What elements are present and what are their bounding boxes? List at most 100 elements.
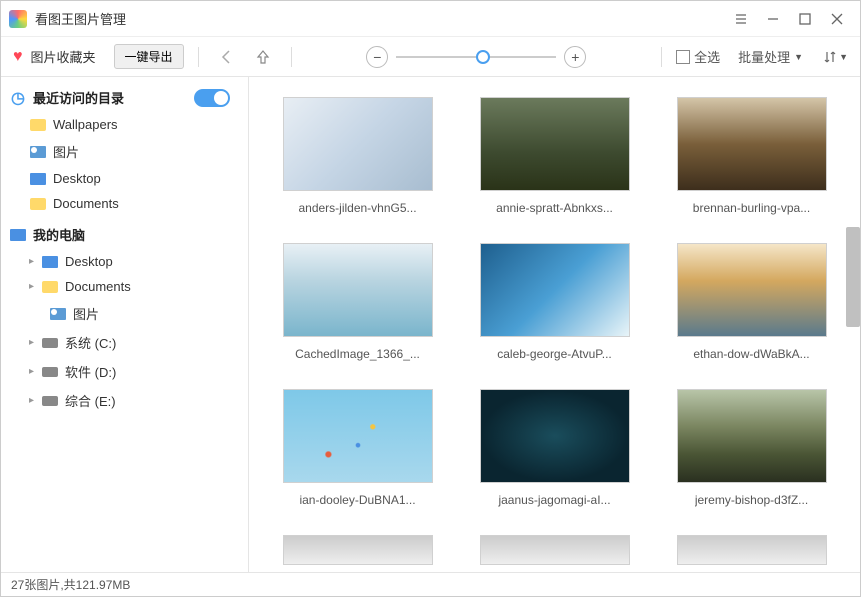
thumbnail-item[interactable]: ethan-dow-dWaBkA... [673, 243, 830, 361]
thumbnail-label: annie-spratt-Abnkxs... [496, 201, 613, 215]
thumbnail-image [677, 535, 827, 565]
sort-button[interactable]: ▼ [823, 50, 848, 64]
clock-icon: ◷ [9, 91, 27, 105]
thumbnail-item[interactable]: jeremy-bishop-d3fZ... [673, 389, 830, 507]
checkbox-icon [676, 50, 690, 64]
zoom-track[interactable] [396, 56, 556, 58]
favorites-label[interactable]: 图片收藏夹 [31, 47, 96, 66]
thumbnail-image [480, 243, 630, 337]
thumbnail-image [283, 243, 433, 337]
status-text: 27张图片,共121.97MB [11, 576, 130, 593]
folder-icon [30, 119, 46, 131]
export-button[interactable]: 一键导出 [114, 44, 184, 69]
sidebar: ◷ 最近访问的目录 Wallpapers 图片 Desktop Document… [1, 77, 249, 572]
thumbnail-item[interactable]: anders-jilden-vhnG5... [279, 97, 436, 215]
sidebar-recent[interactable]: ◷ 最近访问的目录 [1, 83, 248, 112]
monitor-icon [30, 173, 46, 185]
disk-icon [42, 367, 58, 377]
select-all-label: 全选 [694, 47, 720, 66]
sidebar-item-documents[interactable]: Documents [1, 191, 248, 216]
close-button[interactable] [822, 5, 852, 33]
thumbnail-grid: anders-jilden-vhnG5... annie-spratt-Abnk… [279, 97, 830, 565]
sidebar-item-drive-e[interactable]: ▸综合 (E:) [1, 386, 248, 415]
thumbnail-item[interactable]: annie-spratt-Abnkxs... [476, 97, 633, 215]
sidebar-item-drive-c[interactable]: ▸系统 (C:) [1, 328, 248, 357]
zoom-out-button[interactable]: − [366, 46, 388, 68]
thumbnail-label: jeremy-bishop-d3fZ... [695, 493, 808, 507]
thumbnail-item[interactable] [673, 535, 830, 565]
main: ◷ 最近访问的目录 Wallpapers 图片 Desktop Document… [1, 77, 860, 572]
thumbnail-label: anders-jilden-vhnG5... [298, 201, 416, 215]
thumbnail-label: brennan-burling-vpa... [693, 201, 810, 215]
thumbnail-image [677, 389, 827, 483]
app-icon [9, 10, 27, 28]
maximize-button[interactable] [790, 5, 820, 33]
thumbnail-label: caleb-george-AtvuP... [497, 347, 612, 361]
expand-icon[interactable]: ▸ [29, 366, 39, 377]
statusbar: 27张图片,共121.97MB [1, 572, 860, 596]
mycomputer-label: 我的电脑 [33, 225, 85, 244]
folder-icon [42, 281, 58, 293]
sidebar-item-wallpapers[interactable]: Wallpapers [1, 112, 248, 137]
thumbnail-image [283, 97, 433, 191]
expand-icon[interactable]: ▸ [29, 395, 39, 406]
thumbnail-label: ethan-dow-dWaBkA... [693, 347, 809, 361]
photo-icon [50, 308, 66, 320]
minimize-button[interactable] [758, 5, 788, 33]
divider [198, 47, 199, 67]
expand-icon[interactable]: ▸ [29, 256, 39, 267]
thumbnail-item[interactable]: CachedImage_1366_... [279, 243, 436, 361]
toolbar: ♥ 图片收藏夹 一键导出 − + 全选 批量处理 ▼ ▼ [1, 37, 860, 77]
thumbnail-label: jaanus-jagomagi-aI... [498, 493, 610, 507]
thumbnail-item[interactable]: ian-dooley-DuBNA1... [279, 389, 436, 507]
divider [291, 47, 292, 67]
disk-icon [42, 338, 58, 348]
thumbnail-image [283, 389, 433, 483]
sidebar-item-documents2[interactable]: ▸Documents [1, 274, 248, 299]
back-button[interactable] [213, 43, 241, 71]
chevron-down-icon: ▼ [839, 52, 848, 62]
thumbnail-label: CachedImage_1366_... [295, 347, 420, 361]
divider [661, 47, 662, 67]
expand-icon[interactable]: ▸ [29, 281, 39, 292]
sidebar-item-drive-d[interactable]: ▸软件 (D:) [1, 357, 248, 386]
heart-icon: ♥ [13, 48, 23, 66]
recent-toggle[interactable] [194, 89, 230, 107]
thumbnail-image [480, 97, 630, 191]
zoom-in-button[interactable]: + [564, 46, 586, 68]
disk-icon [42, 396, 58, 406]
thumbnail-image [283, 535, 433, 565]
select-all-checkbox[interactable]: 全选 [676, 47, 720, 66]
monitor-icon [42, 256, 58, 268]
window-title: 看图王图片管理 [35, 9, 726, 28]
scrollbar[interactable] [846, 227, 860, 327]
zoom-slider: − + [306, 46, 648, 68]
folder-icon [30, 198, 46, 210]
thumbnail-item[interactable] [279, 535, 436, 565]
sidebar-item-pictures[interactable]: 图片 [1, 137, 248, 166]
thumbnail-image [480, 535, 630, 565]
batch-dropdown[interactable]: 批量处理 ▼ [738, 47, 803, 66]
menu-button[interactable] [726, 5, 756, 33]
thumbnail-item[interactable]: brennan-burling-vpa... [673, 97, 830, 215]
pc-icon [10, 229, 26, 241]
recent-label: 最近访问的目录 [33, 88, 124, 107]
batch-label: 批量处理 [738, 47, 790, 66]
thumbnail-image [677, 97, 827, 191]
zoom-thumb[interactable] [476, 50, 490, 64]
thumbnail-label: ian-dooley-DuBNA1... [299, 493, 415, 507]
expand-icon[interactable]: ▸ [29, 337, 39, 348]
thumbnail-item[interactable] [476, 535, 633, 565]
thumbnail-item[interactable]: caleb-george-AtvuP... [476, 243, 633, 361]
chevron-down-icon: ▼ [794, 52, 803, 62]
sidebar-mycomputer[interactable]: 我的电脑 [1, 220, 248, 249]
sidebar-item-pictures2[interactable]: 图片 [1, 299, 248, 328]
sidebar-item-desktop[interactable]: Desktop [1, 166, 248, 191]
titlebar: 看图王图片管理 [1, 1, 860, 37]
thumbnail-item[interactable]: jaanus-jagomagi-aI... [476, 389, 633, 507]
content-area: anders-jilden-vhnG5... annie-spratt-Abnk… [249, 77, 860, 572]
photo-icon [30, 146, 46, 158]
sidebar-item-desktop2[interactable]: ▸Desktop [1, 249, 248, 274]
up-button[interactable] [249, 43, 277, 71]
thumbnail-image [480, 389, 630, 483]
